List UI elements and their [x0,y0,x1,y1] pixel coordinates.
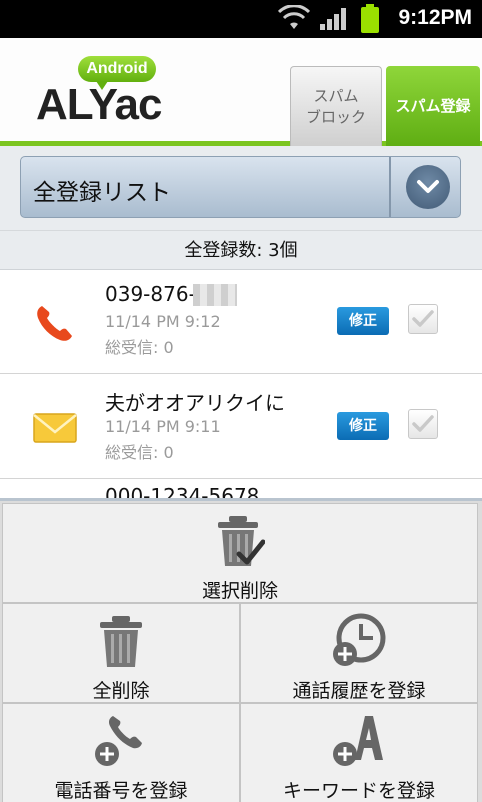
menu-item-register-phone-number[interactable]: 電話番号を登録 [2,703,240,802]
entry-received: 総受信: 0 [105,443,174,462]
menu-item-delete-selected[interactable]: 選択削除 [2,503,478,603]
signal-icon [320,8,346,30]
menu-item-label: 通話履歴を登録 [292,680,426,702]
menu-item-delete-all[interactable]: 全削除 [2,603,240,703]
clock-add-icon [333,613,386,666]
options-menu: 選択削除 全削除 通話履歴を登録 電話番号を登録 キーワードを登録 [0,498,482,802]
keyword-add-icon [333,716,383,766]
trash-check-icon [218,516,265,566]
entry-checkbox[interactable] [408,304,438,334]
app-header: Android ALYac スパム ブロック スパム登録 [0,38,482,146]
list-selector-dropdown[interactable]: 全登録リスト [20,156,461,218]
menu-item-label: 全削除 [92,680,150,702]
phone-add-icon [95,716,142,766]
envelope-icon [33,413,77,443]
edit-button[interactable]: 修正 [337,412,389,440]
menu-item-label: 電話番号を登録 [54,780,188,802]
edit-button[interactable]: 修正 [337,307,389,335]
dropdown-toggle-button[interactable] [406,165,450,209]
menu-item-label: キーワードを登録 [282,780,435,802]
tab-spam-block[interactable]: スパム ブロック [290,66,382,146]
list-item[interactable]: 039-876- 11/14 PM 9:12 総受信: 0 修正 [0,270,482,374]
trash-icon [100,616,142,667]
battery-icon [361,4,379,33]
entry-title: 039-876- [105,282,196,306]
entry-checkbox[interactable] [408,409,438,439]
list-item[interactable]: 夫がオオアリクイに 11/14 PM 9:11 総受信: 0 修正 [0,375,482,479]
chevron-down-icon [417,180,439,193]
blurred-digits [193,284,237,306]
status-time: 9:12PM [398,6,472,29]
wifi-icon [278,5,310,29]
entry-time: 11/14 PM 9:11 [105,417,221,436]
entry-time: 11/14 PM 9:12 [105,312,221,331]
entry-received: 総受信: 0 [105,338,174,357]
android-badge: Android [78,56,156,90]
menu-item-register-keyword[interactable]: キーワードを登録 [240,703,478,802]
tab-spam-block-label: スパム ブロック [305,86,366,126]
list-selector-label: 全登録リスト [33,180,171,206]
tab-spam-register[interactable]: スパム登録 [386,66,480,146]
check-icon [412,310,434,327]
entry-title: 夫がオオアリクイに [105,391,285,415]
phone-icon [37,306,72,341]
app-logo: ALYac [36,80,162,129]
menu-item-label: 選択削除 [201,580,278,602]
selector-area: 全登録リスト [0,146,482,230]
status-bar: 9:12PM [0,0,482,38]
registration-count: 全登録数: 3個 [0,230,482,270]
dropdown-divider [389,157,391,217]
check-icon [412,415,434,432]
menu-item-register-call-history[interactable]: 通話履歴を登録 [240,603,478,703]
content-area: 全登録リスト 全登録数: 3個 039-876- 11/14 PM 9:12 総… [0,146,482,508]
tab-spam-register-label: スパム登録 [395,96,471,115]
